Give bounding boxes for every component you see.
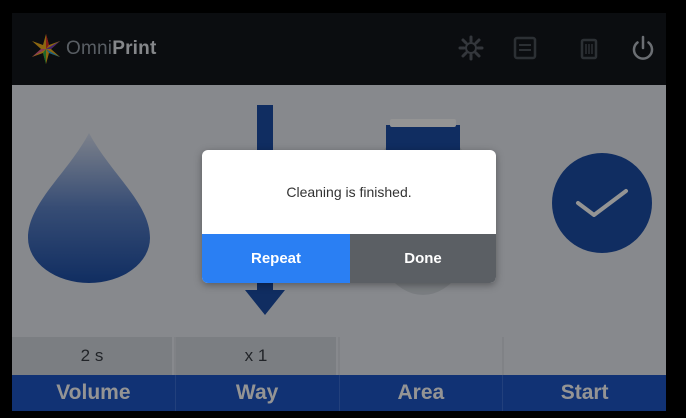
- done-button[interactable]: Done: [350, 234, 496, 283]
- dialog-message: Cleaning is finished.: [286, 184, 412, 200]
- screen-frame: OmniPrint 2 s x 1 Volume Way Area Start …: [0, 0, 686, 418]
- dialog-buttons: Repeat Done: [202, 234, 496, 283]
- repeat-button[interactable]: Repeat: [202, 234, 350, 283]
- cleaning-finished-dialog: Cleaning is finished. Repeat Done: [202, 150, 496, 283]
